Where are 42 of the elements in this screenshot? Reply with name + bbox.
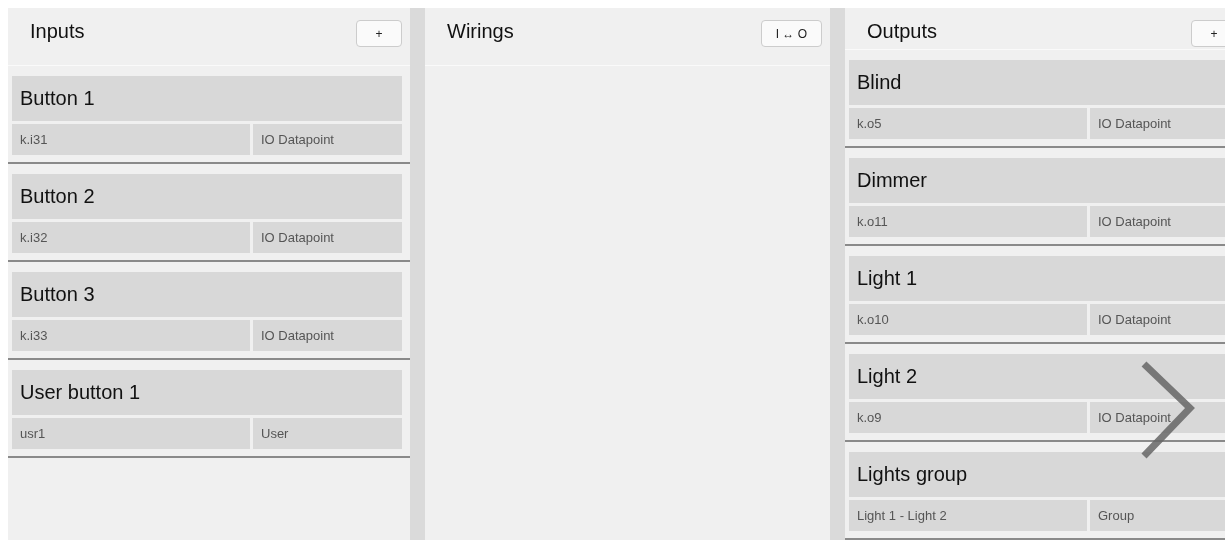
item-title: Blind — [849, 60, 1225, 105]
add-button[interactable]: I ↔ O — [760, 20, 822, 47]
panel-title: Wirings — [447, 20, 514, 43]
list-item[interactable]: Light 1 k.o10 IO Datapoint — [845, 246, 1225, 344]
address-cell: k.i31 — [12, 124, 250, 155]
list-item[interactable]: Light 2 k.o9 IO Datapoint — [845, 344, 1225, 442]
add-button[interactable]: + — [1191, 20, 1225, 47]
item-title: Dimmer — [849, 158, 1225, 203]
address-cell: k.i32 — [12, 222, 250, 253]
list-item[interactable]: Button 3 k.i33 IO Datapoint — [8, 262, 410, 360]
address-cell: k.o9 — [849, 402, 1087, 433]
type-cell: Group — [1090, 500, 1225, 531]
address-cell: k.o5 — [849, 108, 1087, 139]
type-cell: User — [253, 418, 402, 449]
list-item[interactable]: User button 1 usr1 User — [8, 360, 410, 458]
list-item[interactable]: Blind k.o5 IO Datapoint — [845, 50, 1225, 148]
type-cell: IO Datapoint — [253, 320, 402, 351]
item-title: Lights group — [849, 452, 1225, 497]
address-cell: k.o11 — [849, 206, 1087, 237]
item-title: User button 1 — [12, 370, 402, 415]
list-item[interactable]: Dimmer k.o11 IO Datapoint — [845, 148, 1225, 246]
type-cell: IO Datapoint — [1090, 206, 1225, 237]
address-cell: usr1 — [12, 418, 250, 449]
list-item[interactable]: Button 1 k.i31 IO Datapoint — [8, 66, 410, 164]
type-cell: IO Datapoint — [1090, 402, 1225, 433]
list-item[interactable]: Lights group Light 1 - Light 2 Group — [845, 442, 1225, 540]
item-title: Button 2 — [12, 174, 402, 219]
type-cell: IO Datapoint — [1090, 304, 1225, 335]
type-cell: IO Datapoint — [253, 222, 402, 253]
item-title: Light 2 — [849, 354, 1225, 399]
item-title: Button 3 — [12, 272, 402, 317]
add-button[interactable]: + — [356, 20, 402, 47]
type-cell: IO Datapoint — [1090, 108, 1225, 139]
address-cell: k.i33 — [12, 320, 250, 351]
item-title: Light 1 — [849, 256, 1225, 301]
list-item[interactable]: Button 2 k.i32 IO Datapoint — [8, 164, 410, 262]
address-cell: Light 1 - Light 2 — [849, 500, 1087, 531]
panel-title: Outputs — [867, 20, 938, 43]
panel-title: Inputs — [30, 20, 85, 43]
type-cell: IO Datapoint — [253, 124, 402, 155]
item-title: Button 1 — [12, 76, 402, 121]
address-cell: k.o10 — [849, 304, 1087, 335]
